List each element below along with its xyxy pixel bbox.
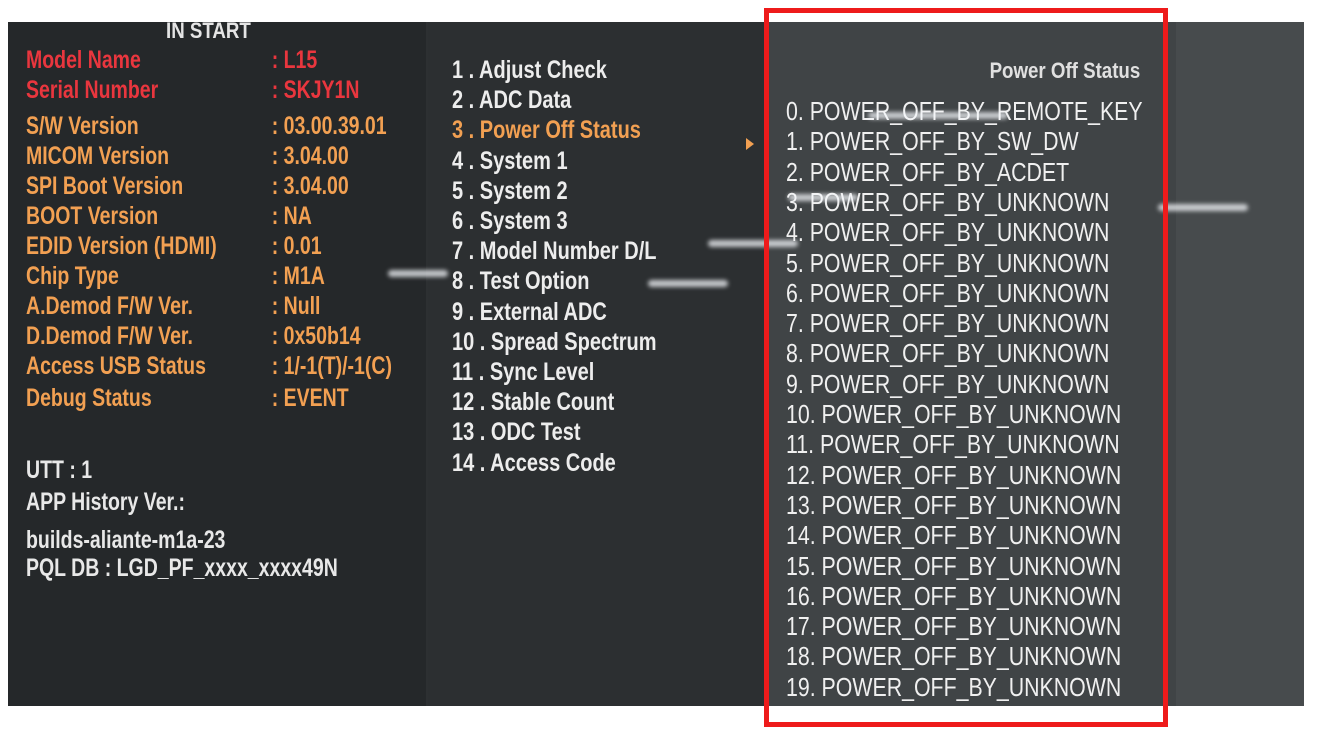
info-row: Debug Status : EVENT	[26, 384, 349, 412]
service-menu-panel: 1 . Adjust Check 2 . ADC Data 3 . Power Of…	[428, 22, 764, 706]
info-row: Model Name : L15	[26, 46, 317, 74]
power-off-status-line: 17. POWER_OFF_BY_UNKNOWN	[786, 611, 1122, 642]
menu-item[interactable]: 2 . ADC Data	[452, 86, 571, 115]
screen-glare	[388, 270, 448, 277]
info-row-label: Serial Number	[26, 76, 159, 104]
info-row: Serial Number : SKJY1N	[26, 76, 359, 104]
info-row-value: : L15	[271, 46, 318, 74]
menu-item[interactable]: 8 . Test Option	[452, 267, 589, 296]
info-row-label: A.Demod F/W Ver.	[26, 292, 193, 320]
menu-item[interactable]: 4 . System 1	[452, 147, 568, 176]
screen-glare	[1158, 204, 1248, 211]
info-row: A.Demod F/W Ver. : Null	[26, 292, 320, 320]
info-row-label: D.Demod F/W Ver.	[26, 322, 193, 350]
menu-item[interactable]: 10 . Spread Spectrum	[452, 328, 657, 357]
info-row: SPI Boot Version : 3.04.00	[26, 172, 349, 200]
info-row: S/W Version : 03.00.39.01	[26, 112, 387, 140]
info-row-value: : EVENT	[271, 384, 349, 412]
info-row: D.Demod F/W Ver. : 0x50b14	[26, 322, 361, 350]
info-row-value: : M1A	[271, 262, 325, 290]
screen-glare	[868, 112, 1008, 119]
info-row-value: : 03.00.39.01	[271, 112, 387, 140]
power-off-status-line: 16. POWER_OFF_BY_UNKNOWN	[786, 580, 1122, 611]
menu-item[interactable]: 11 . Sync Level	[452, 358, 594, 387]
info-row-value: : 0x50b14	[271, 322, 361, 350]
info-row-label: Debug Status	[26, 384, 152, 412]
background-reflection-area	[1176, 22, 1304, 706]
info-row-label: BOOT Version	[26, 202, 159, 230]
info-row-label: MICOM Version	[26, 142, 170, 170]
power-off-status-panel: Power Off Status 0. POWER_OFF_BY_REMOTE_…	[766, 22, 1176, 706]
device-info-panel: IN START Model Name : L15 Serial Number : S…	[8, 22, 426, 706]
menu-item[interactable]: 5 . System 2	[452, 177, 568, 206]
power-off-status-line: 14. POWER_OFF_BY_UNKNOWN	[786, 520, 1122, 551]
screen-glare	[788, 194, 858, 201]
info-row-label: S/W Version	[26, 112, 139, 140]
menu-item[interactable]: 14 . Access Code	[452, 449, 616, 478]
power-off-status-line: 2. POWER_OFF_BY_ACDET	[786, 156, 1070, 187]
info-row-value: : Null	[271, 292, 321, 320]
menu-item[interactable]: 9 . External ADC	[452, 298, 607, 327]
power-off-status-line: 10. POWER_OFF_BY_UNKNOWN	[786, 399, 1122, 429]
info-row-label: Model Name	[26, 46, 141, 74]
pql-db-text: PQL DB : LGD_PF_xxxx_xxxx49N	[26, 554, 338, 582]
power-off-status-line: 19. POWER_OFF_BY_UNKNOWN	[786, 671, 1122, 702]
power-off-status-line: 8. POWER_OFF_BY_UNKNOWN	[786, 338, 1110, 369]
menu-item[interactable]: 7 . Model Number D/L	[452, 237, 656, 266]
info-row-label: SPI Boot Version	[26, 172, 184, 200]
power-off-status-line: 13. POWER_OFF_BY_UNKNOWN	[786, 489, 1122, 520]
menu-item[interactable]: 13 . ODC Test	[452, 418, 581, 447]
info-row: BOOT Version : NA	[26, 202, 312, 230]
info-row-label: Access USB Status	[26, 352, 206, 380]
info-row-value: : SKJY1N	[271, 76, 360, 104]
power-off-status-line: 9. POWER_OFF_BY_UNKNOWN	[786, 368, 1110, 399]
info-row: EDID Version (HDMI) : 0.01	[26, 232, 322, 260]
power-off-status-line: 12. POWER_OFF_BY_UNKNOWN	[786, 459, 1122, 490]
power-off-status-line: 4. POWER_OFF_BY_UNKNOWN	[786, 217, 1110, 248]
info-row-label: EDID Version (HDMI)	[26, 232, 217, 260]
info-row: Chip Type : M1A	[26, 262, 325, 290]
info-row-value: : 3.04.00	[271, 172, 349, 200]
app-history-label: APP History Ver.:	[26, 488, 185, 516]
menu-item-selected[interactable]: 3 . Power Off Status	[452, 116, 641, 145]
power-off-status-line: 1. POWER_OFF_BY_SW_DW	[786, 126, 1079, 157]
info-row-label: Chip Type	[26, 262, 119, 290]
status-panel-title: Power Off Status	[989, 58, 1140, 83]
info-row-value: : 1/-1(T)/-1(C)	[271, 352, 392, 380]
power-off-status-line: 18. POWER_OFF_BY_UNKNOWN	[786, 641, 1122, 672]
utt-text: UTT : 1	[26, 456, 93, 484]
info-row-value: : 3.04.00	[271, 142, 349, 170]
power-off-status-line: 15. POWER_OFF_BY_UNKNOWN	[786, 550, 1122, 581]
menu-item[interactable]: 12 . Stable Count	[452, 388, 614, 417]
info-panel-header: IN START	[166, 22, 251, 43]
power-off-status-line: 5. POWER_OFF_BY_UNKNOWN	[786, 247, 1110, 278]
tv-service-menu-screen: IN START Model Name : L15 Serial Number : S…	[8, 22, 1304, 706]
app-history-value: builds-aliante-m1a-23	[26, 526, 226, 554]
menu-item[interactable]: 6 . System 3	[452, 207, 568, 236]
power-off-status-line: 3. POWER_OFF_BY_UNKNOWN	[786, 186, 1110, 217]
info-row-value: : 0.01	[271, 232, 322, 260]
power-off-status-line: 6. POWER_OFF_BY_UNKNOWN	[786, 277, 1110, 308]
power-off-status-line: 11. POWER_OFF_BY_UNKNOWN	[786, 429, 1120, 460]
info-row: MICOM Version : 3.04.00	[26, 142, 349, 170]
screen-glare	[648, 280, 728, 287]
power-off-status-line: 7. POWER_OFF_BY_UNKNOWN	[786, 308, 1110, 339]
info-row: Access USB Status : 1/-1(T)/-1(C)	[26, 352, 392, 380]
screen-glare	[708, 240, 798, 247]
menu-item[interactable]: 1 . Adjust Check	[452, 56, 607, 85]
submenu-arrow-icon	[746, 138, 754, 150]
info-row-value: : NA	[271, 202, 312, 230]
